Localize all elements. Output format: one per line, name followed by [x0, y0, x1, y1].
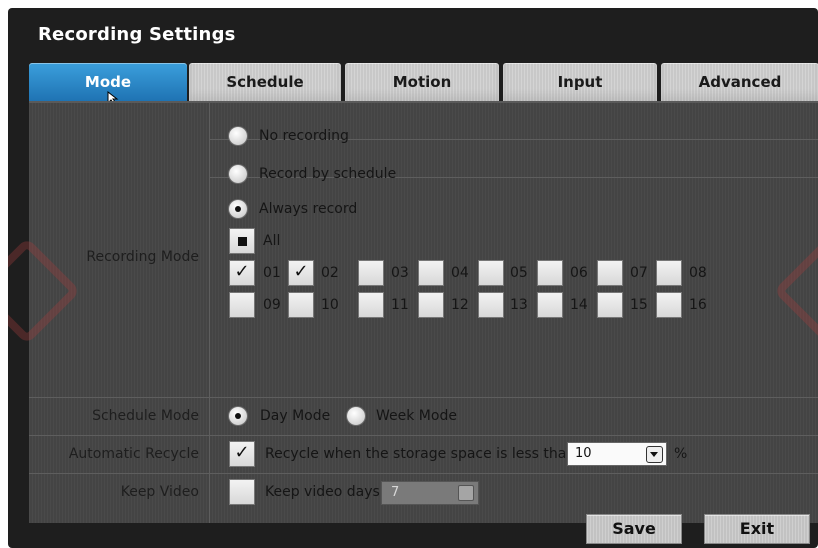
exit-button[interactable]: Exit	[704, 514, 810, 544]
channel-07-label: 07	[630, 265, 648, 281]
channel-04-label: 04	[451, 265, 469, 281]
recording-settings-window: Recording Settings Mode Schedule Motion …	[8, 8, 818, 548]
channel-01-checkbox[interactable]: ✓	[229, 260, 255, 286]
channel-10-label: 10	[321, 297, 339, 313]
all-channels-label: All	[263, 233, 281, 249]
always-record-label: Always record	[259, 201, 358, 217]
save-button[interactable]: Save	[586, 514, 682, 544]
keep-video-days-input[interactable]: 7	[381, 481, 479, 505]
no-recording-radio[interactable]	[229, 127, 247, 145]
keep-video-days-value: 7	[391, 485, 400, 500]
mode-panel: Recording Mode No recording Record by sc…	[8, 101, 818, 523]
channel-16-checkbox[interactable]	[656, 292, 682, 318]
channel-06-label: 06	[570, 265, 588, 281]
channel-10-checkbox[interactable]	[288, 292, 314, 318]
recording-mode-label: Recording Mode	[86, 249, 199, 265]
row-divider	[29, 473, 818, 474]
channel-02-label: 02	[321, 265, 339, 281]
keep-video-checkbox[interactable]	[229, 479, 255, 505]
channel-14-checkbox[interactable]	[537, 292, 563, 318]
channel-15-checkbox[interactable]	[597, 292, 623, 318]
channel-04-checkbox[interactable]	[418, 260, 444, 286]
tab-motion[interactable]: Motion	[345, 63, 499, 101]
channel-13-label: 13	[510, 297, 528, 313]
channel-07-checkbox[interactable]	[597, 260, 623, 286]
channel-15-label: 15	[630, 297, 648, 313]
channel-08-label: 08	[689, 265, 707, 281]
keep-video-label: Keep Video	[120, 484, 199, 500]
chevron-down-icon[interactable]	[646, 446, 663, 463]
always-record-radio[interactable]	[229, 200, 247, 218]
channel-12-label: 12	[451, 297, 469, 313]
channel-11-label: 11	[391, 297, 409, 313]
record-by-schedule-radio[interactable]	[229, 165, 247, 183]
channel-03-checkbox[interactable]	[358, 260, 384, 286]
channel-05-label: 05	[510, 265, 528, 281]
channel-09-checkbox[interactable]	[229, 292, 255, 318]
day-mode-label: Day Mode	[260, 408, 331, 424]
channel-08-checkbox[interactable]	[656, 260, 682, 286]
channel-11-checkbox[interactable]	[358, 292, 384, 318]
automatic-recycle-label: Automatic Recycle	[68, 446, 199, 462]
recycle-threshold-value: 10	[575, 446, 592, 461]
window-title: Recording Settings	[38, 24, 236, 45]
channel-14-label: 14	[570, 297, 588, 313]
day-mode-radio[interactable]	[229, 407, 247, 425]
channel-16-label: 16	[689, 297, 707, 313]
schedule-mode-label: Schedule Mode	[92, 408, 199, 424]
tab-bar: Mode Schedule Motion Input Advanced	[29, 63, 818, 105]
recycle-threshold-select[interactable]: 10	[567, 442, 667, 466]
row-divider	[29, 397, 818, 398]
keep-video-description: Keep video days	[265, 484, 380, 500]
no-recording-label: No recording	[259, 128, 349, 144]
channel-01-label: 01	[263, 265, 281, 281]
recycle-checkbox[interactable]: ✓	[229, 441, 255, 467]
recycle-unit: %	[674, 446, 688, 462]
watermark-logo-right	[773, 237, 818, 345]
tab-advanced[interactable]: Advanced	[661, 63, 818, 101]
channel-05-checkbox[interactable]	[478, 260, 504, 286]
tab-schedule[interactable]: Schedule	[189, 63, 341, 101]
channel-12-checkbox[interactable]	[418, 292, 444, 318]
channel-02-checkbox[interactable]: ✓	[288, 260, 314, 286]
channel-13-checkbox[interactable]	[478, 292, 504, 318]
tab-input[interactable]: Input	[503, 63, 657, 101]
row-divider	[29, 435, 818, 436]
channel-03-label: 03	[391, 265, 409, 281]
week-mode-radio[interactable]	[347, 407, 365, 425]
all-channels-checkbox[interactable]	[229, 228, 255, 254]
week-mode-label: Week Mode	[376, 408, 457, 424]
column-divider	[209, 103, 210, 523]
record-by-schedule-label: Record by schedule	[259, 166, 397, 182]
keypad-icon[interactable]	[458, 485, 474, 501]
channel-09-label: 09	[263, 297, 281, 313]
recycle-description: Recycle when the storage space is less t…	[265, 446, 576, 462]
channel-06-checkbox[interactable]	[537, 260, 563, 286]
